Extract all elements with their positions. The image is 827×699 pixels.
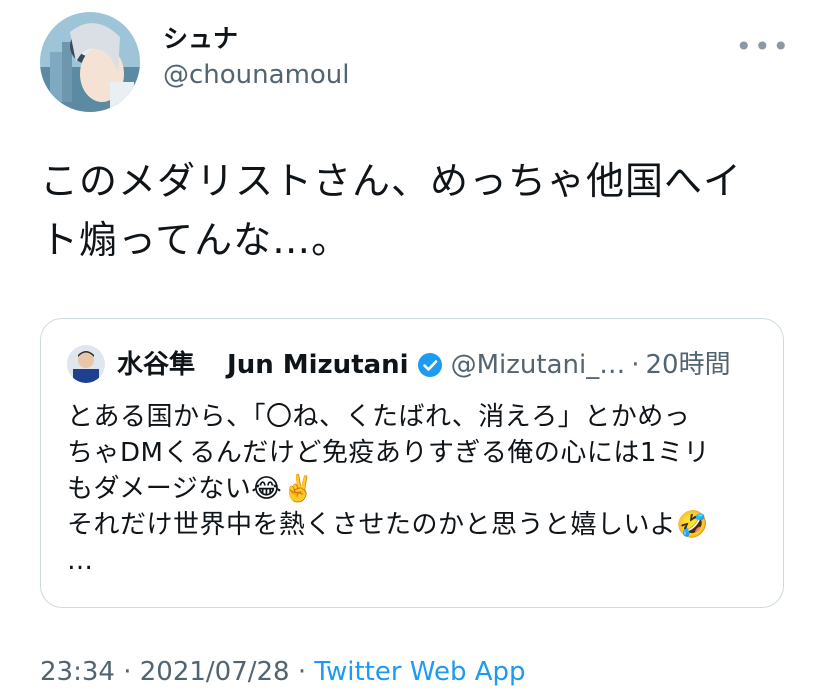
- verified-badge-icon: [417, 352, 443, 378]
- quoted-author-name: 水谷隼: [117, 350, 196, 380]
- quoted-tweet-text: とある国から、「〇ね、くたばれ、消えろ」とかめっ ちゃDMくるんだけど免疫ありす…: [67, 402, 710, 576]
- quoted-author-display-name: Jun Mizutani: [227, 350, 409, 380]
- quoted-author-avatar: [67, 345, 105, 383]
- quoted-tweet-time: 20時間: [645, 350, 731, 380]
- author-avatar[interactable]: [40, 12, 140, 112]
- footer-separator: ·: [297, 657, 307, 687]
- author-name[interactable]: シュナ: [163, 22, 238, 56]
- tweet-date[interactable]: 2021/07/28: [140, 657, 290, 687]
- tweet-footer: 23:34 · 2021/07/28 · Twitter Web App: [40, 654, 526, 690]
- quoted-tweet-card[interactable]: 水谷隼 Jun Mizutani @Mizutani_… · 20時間 とある国…: [40, 318, 784, 608]
- author-handle[interactable]: @chounamoul: [163, 58, 350, 92]
- more-options-icon[interactable]: •••: [735, 30, 791, 63]
- footer-separator: ·: [123, 657, 132, 687]
- tweet-text: このメダリストさん、めっちゃ他国へイ ト煽ってんな…。: [40, 159, 743, 262]
- quoted-author-handle: @Mizutani_…: [450, 350, 626, 380]
- quoted-tweet-header: 水谷隼 Jun Mizutani @Mizutani_… · 20時間: [117, 347, 759, 383]
- tweet-time[interactable]: 23:34: [40, 657, 115, 687]
- header-separator: ·: [631, 350, 640, 380]
- tweet-source-link[interactable]: Twitter Web App: [314, 657, 525, 687]
